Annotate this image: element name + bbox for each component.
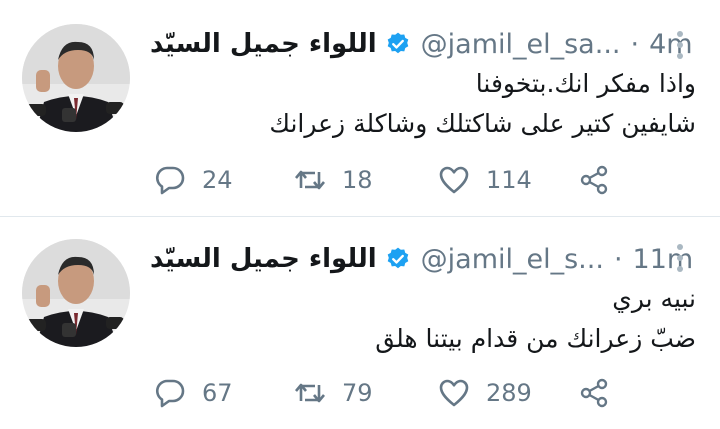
- more-options-icon[interactable]: [676, 30, 684, 60]
- separator-dot: ·: [613, 243, 623, 275]
- reply-button[interactable]: 24: [154, 160, 233, 200]
- separator-dot: ·: [630, 28, 640, 60]
- reply-count: 24: [202, 166, 233, 194]
- share-icon: [580, 378, 608, 408]
- like-count: 289: [486, 379, 532, 407]
- like-count: 114: [486, 166, 532, 194]
- verified-badge-icon: [387, 32, 408, 54]
- avatar[interactable]: [22, 24, 130, 132]
- author-handle[interactable]: @jamil_el_s...: [421, 244, 604, 275]
- share-icon: [580, 165, 608, 195]
- author-name[interactable]: اللواء جميل السيّد: [150, 244, 377, 274]
- tweet-text-line: نبيه بري: [612, 284, 696, 313]
- retweet-icon: [295, 383, 325, 403]
- like-button[interactable]: 289: [438, 373, 532, 413]
- retweet-count: 79: [342, 379, 373, 407]
- tweet-text-line: ضبّ زعرانك من قدام بيتنا هلق: [375, 324, 696, 353]
- tweet-text-line: شايفين كتير على شاكتلك وشاكلة زعرانك: [269, 109, 696, 138]
- heart-icon: [439, 166, 469, 194]
- timestamp[interactable]: 4m: [649, 29, 692, 60]
- like-button[interactable]: 114: [438, 160, 532, 200]
- retweet-button[interactable]: 79: [294, 373, 373, 413]
- retweet-count: 18: [342, 166, 373, 194]
- reply-button[interactable]: 67: [154, 373, 233, 413]
- tweet-text: نبيه بري ضبّ زعرانك من قدام بيتنا هلق: [375, 279, 696, 359]
- share-button[interactable]: [578, 373, 610, 413]
- heart-icon: [439, 379, 469, 407]
- retweet-icon: [295, 170, 325, 190]
- tweet[interactable]: اللواء جميل السيّد @jamil_el_s... · 11m …: [0, 216, 720, 429]
- author-name[interactable]: اللواء جميل السيّد: [150, 29, 377, 59]
- reply-count: 67: [202, 379, 233, 407]
- retweet-button[interactable]: 18: [294, 160, 373, 200]
- timestamp[interactable]: 11m: [633, 244, 694, 275]
- author-handle[interactable]: @jamil_el_sa...: [421, 29, 621, 60]
- verified-badge-icon: [387, 247, 408, 269]
- more-options-icon[interactable]: [676, 243, 684, 273]
- tweet[interactable]: اللواء جميل السيّد @jamil_el_sa... · 4m …: [0, 0, 720, 216]
- reply-icon: [155, 379, 185, 408]
- tweet-text: واذا مفكر انك.بتخوفنا شايفين كتير على شا…: [269, 64, 696, 144]
- reply-icon: [155, 166, 185, 195]
- avatar[interactable]: [22, 239, 130, 347]
- tweet-text-line: واذا مفكر انك.بتخوفنا: [475, 69, 696, 98]
- share-button[interactable]: [578, 160, 610, 200]
